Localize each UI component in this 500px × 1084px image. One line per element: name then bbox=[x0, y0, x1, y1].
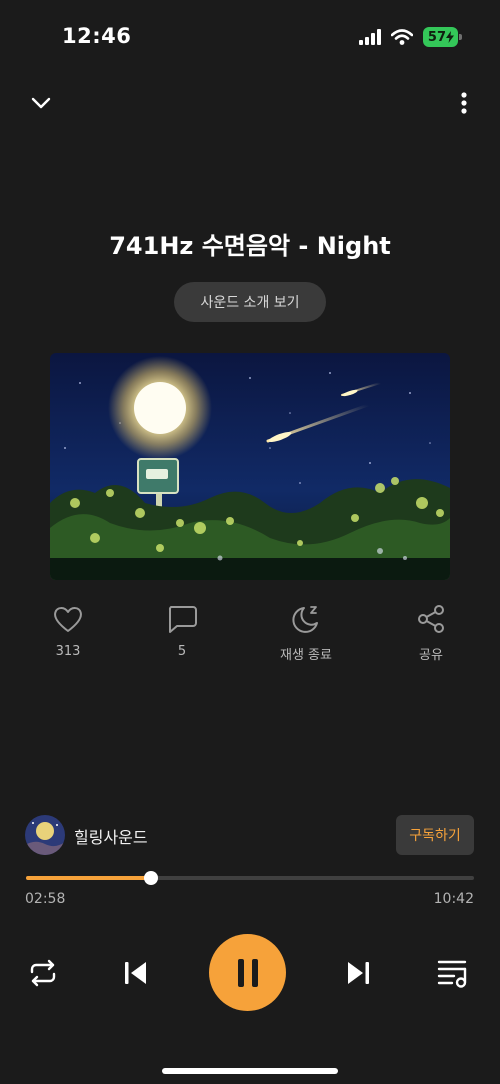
share-label: 공유 bbox=[419, 648, 443, 663]
wifi-icon bbox=[390, 29, 413, 45]
subscribe-button[interactable]: 구독하기 bbox=[396, 815, 474, 855]
night-sky-streetlamp-image bbox=[50, 353, 450, 580]
sleep-timer-button[interactable]: 재생 종료 bbox=[256, 604, 356, 663]
previous-track-icon bbox=[125, 962, 146, 984]
cellular-signal-icon bbox=[358, 29, 381, 45]
track-actions: 313 5 재생 종료 공유 bbox=[0, 604, 500, 674]
playlist-button[interactable] bbox=[434, 954, 472, 992]
status-time: 12:46 bbox=[62, 24, 132, 48]
status-icons: 57 bbox=[358, 26, 463, 48]
avatar-image bbox=[25, 815, 65, 855]
track-title: 741Hz 수면음악 - Night bbox=[109, 232, 391, 260]
share-button[interactable]: 공유 bbox=[381, 604, 481, 663]
comment-button[interactable]: 5 bbox=[132, 604, 232, 659]
comment-icon bbox=[168, 606, 197, 633]
total-time: 10:42 bbox=[433, 891, 474, 907]
battery-charging-icon: 57 bbox=[422, 27, 463, 47]
moon-sleep-icon bbox=[292, 606, 318, 633]
playback-progress-slider[interactable] bbox=[26, 871, 474, 885]
pause-icon bbox=[237, 958, 258, 987]
next-track-button[interactable] bbox=[341, 954, 377, 992]
chevron-down-icon bbox=[31, 97, 51, 109]
like-count: 313 bbox=[55, 644, 81, 659]
more-vertical-icon bbox=[461, 92, 467, 114]
repeat-button[interactable] bbox=[24, 954, 62, 992]
channel-name[interactable]: 힐링사운드 bbox=[74, 824, 148, 848]
play-pause-button[interactable] bbox=[209, 934, 286, 1011]
more-options-button[interactable] bbox=[452, 86, 476, 120]
album-artwork bbox=[50, 353, 450, 580]
channel-avatar[interactable] bbox=[25, 815, 65, 855]
music-player-screen: 12:46 57 741Hz 수면음악 - Night 사운드 소개 보기 31… bbox=[0, 0, 500, 1084]
sleep-timer-label: 재생 종료 bbox=[280, 648, 332, 663]
comment-count: 5 bbox=[177, 644, 187, 659]
current-time: 02:58 bbox=[25, 891, 66, 907]
progress-knob[interactable] bbox=[143, 871, 158, 885]
charging-bolt-icon bbox=[446, 31, 454, 43]
repeat-icon bbox=[30, 959, 56, 987]
battery-level: 57 bbox=[427, 29, 446, 45]
previous-track-button[interactable] bbox=[117, 954, 153, 992]
playlist-icon bbox=[437, 960, 467, 988]
collapse-player-button[interactable] bbox=[24, 88, 58, 118]
home-indicator bbox=[162, 1068, 338, 1074]
sound-intro-button[interactable]: 사운드 소개 보기 bbox=[174, 282, 326, 322]
heart-icon bbox=[54, 607, 82, 632]
like-button[interactable]: 313 bbox=[18, 604, 118, 659]
progress-fill bbox=[26, 876, 151, 880]
next-track-icon bbox=[348, 962, 369, 984]
share-icon bbox=[418, 605, 444, 633]
